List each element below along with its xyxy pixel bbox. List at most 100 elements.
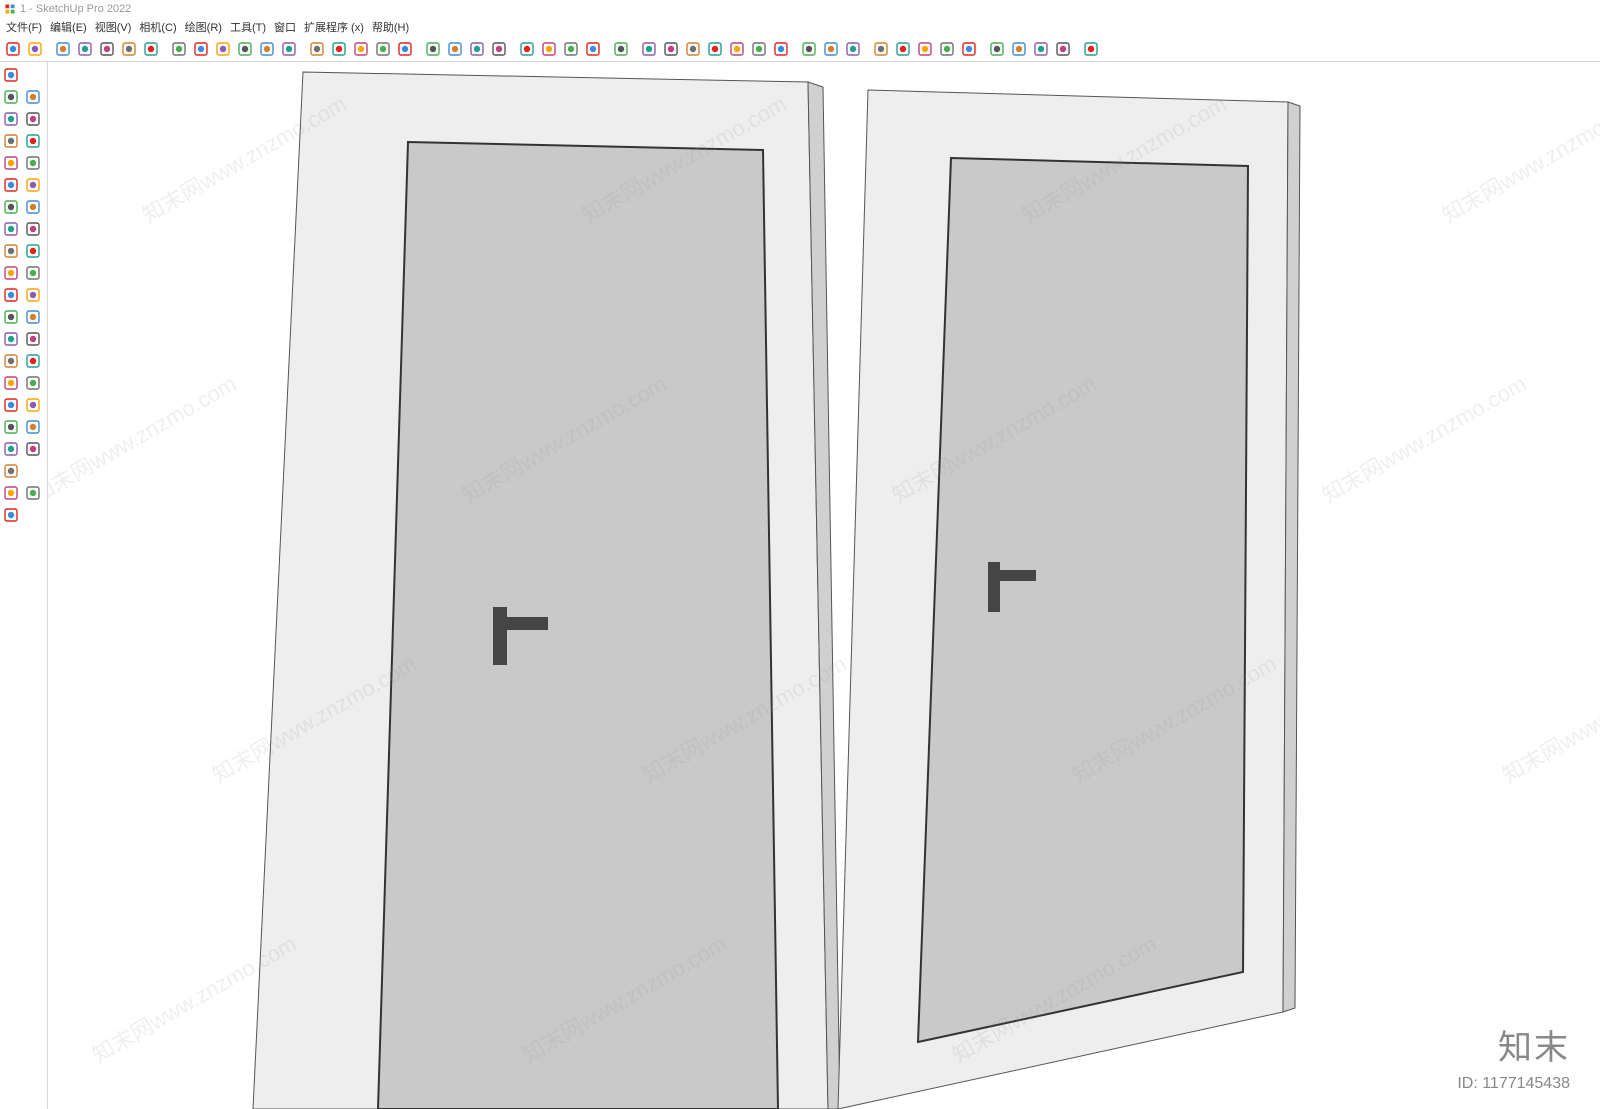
title-bar: 1 - SketchUp Pro 2022 — [0, 0, 1600, 18]
menu-help[interactable]: 帮助(H) — [368, 19, 413, 35]
panel-icon[interactable] — [1008, 38, 1030, 60]
pushpull-icon[interactable] — [168, 38, 190, 60]
profile-icon[interactable] — [1080, 38, 1102, 60]
axes-icon[interactable] — [394, 38, 416, 60]
move2-icon[interactable] — [0, 218, 22, 240]
look-icon[interactable] — [22, 350, 44, 372]
rect2-icon[interactable] — [0, 152, 22, 174]
plugin3-icon[interactable] — [560, 38, 582, 60]
orbit2-icon[interactable] — [0, 372, 22, 394]
right-icon[interactable] — [704, 38, 726, 60]
scale2-icon[interactable] — [0, 262, 22, 284]
scale-icon[interactable] — [234, 38, 256, 60]
move-icon[interactable] — [190, 38, 212, 60]
circle-icon[interactable] — [0, 174, 22, 196]
dimension-icon[interactable] — [350, 38, 372, 60]
warehouse-icon[interactable] — [892, 38, 914, 60]
freehand3-icon[interactable] — [22, 130, 44, 152]
orbit-icon[interactable] — [422, 38, 444, 60]
tag-icon[interactable] — [798, 38, 820, 60]
dim-icon[interactable] — [22, 306, 44, 328]
door-model-2 — [838, 90, 1300, 1109]
zoomwin-icon[interactable] — [22, 394, 44, 416]
followme-icon[interactable] — [278, 38, 300, 60]
menu-window[interactable]: 窗口 — [270, 19, 300, 35]
rotate-icon[interactable] — [212, 38, 234, 60]
arc2-icon[interactable] — [22, 108, 44, 130]
wh3-icon[interactable] — [936, 38, 958, 60]
bottom-icon[interactable] — [770, 38, 792, 60]
prev-icon[interactable] — [22, 416, 44, 438]
menu-extensions[interactable]: 扩展程序 (x) — [300, 19, 368, 35]
zoom-icon[interactable] — [2, 38, 24, 60]
add-icon[interactable] — [870, 38, 892, 60]
menu-view[interactable]: 视图(V) — [91, 19, 136, 35]
user-icon[interactable] — [610, 38, 632, 60]
position-icon[interactable] — [0, 438, 22, 460]
rect3-icon[interactable] — [22, 152, 44, 174]
camera-icon[interactable] — [842, 38, 864, 60]
menu-edit[interactable]: 编辑(E) — [46, 19, 91, 35]
model-canvas[interactable] — [48, 62, 1600, 1109]
section-icon[interactable] — [22, 328, 44, 350]
menu-camera[interactable]: 相机(C) — [135, 19, 180, 35]
select2-icon[interactable] — [0, 64, 22, 86]
plugin1-icon[interactable] — [516, 38, 538, 60]
paint-icon[interactable] — [372, 38, 394, 60]
cart-icon[interactable] — [1052, 38, 1074, 60]
pencil-icon[interactable] — [74, 38, 96, 60]
tape2-icon[interactable] — [0, 284, 22, 306]
zoom3-icon[interactable] — [0, 394, 22, 416]
front-icon[interactable] — [660, 38, 682, 60]
pan-icon[interactable] — [444, 38, 466, 60]
line-icon[interactable] — [0, 108, 22, 130]
pan2-icon[interactable] — [22, 372, 44, 394]
pie-icon[interactable] — [22, 196, 44, 218]
toolbar-left — [0, 62, 48, 1109]
select-icon[interactable] — [24, 38, 46, 60]
info-icon[interactable] — [1030, 38, 1052, 60]
top-icon[interactable] — [682, 38, 704, 60]
eraser2-icon[interactable] — [22, 86, 44, 108]
freehand-icon[interactable] — [118, 38, 140, 60]
arc3-icon[interactable] — [0, 196, 22, 218]
outliner-icon[interactable] — [820, 38, 842, 60]
zoom2-icon[interactable] — [466, 38, 488, 60]
menu-tools[interactable]: 工具(T) — [226, 19, 270, 35]
rect-icon[interactable] — [140, 38, 162, 60]
offset-icon[interactable] — [256, 38, 278, 60]
axes2-icon[interactable] — [0, 328, 22, 350]
paint2-icon[interactable] — [0, 86, 22, 108]
cloud-icon[interactable] — [958, 38, 980, 60]
freehand2-icon[interactable] — [0, 130, 22, 152]
plugin4-icon[interactable] — [582, 38, 604, 60]
menu-file[interactable]: 文件(F) — [2, 19, 46, 35]
walk2-icon[interactable] — [0, 460, 22, 482]
walk-icon[interactable] — [0, 350, 22, 372]
text-icon[interactable] — [328, 38, 350, 60]
plugin5-icon[interactable] — [0, 482, 22, 504]
protractor-icon[interactable] — [22, 284, 44, 306]
offset2-icon[interactable] — [22, 262, 44, 284]
plugin2-icon[interactable] — [538, 38, 560, 60]
zoomext2-icon[interactable] — [0, 416, 22, 438]
look2-icon[interactable] — [22, 438, 44, 460]
rotate2-icon[interactable] — [0, 240, 22, 262]
text2-icon[interactable] — [0, 306, 22, 328]
settings-icon[interactable] — [986, 38, 1008, 60]
pushpull2-icon[interactable] — [22, 218, 44, 240]
zoomext-icon[interactable] — [488, 38, 510, 60]
followme2-icon[interactable] — [22, 240, 44, 262]
arc-icon[interactable] — [96, 38, 118, 60]
left-icon[interactable] — [748, 38, 770, 60]
polygon-icon[interactable] — [22, 174, 44, 196]
plugin7-icon[interactable] — [0, 504, 22, 526]
tape-icon[interactable] — [306, 38, 328, 60]
eraser-icon[interactable] — [52, 38, 74, 60]
viewport-3d[interactable]: 知末网www.znzmo.com 知末网www.znzmo.com 知末网www… — [48, 62, 1600, 1109]
menu-draw[interactable]: 绘图(R) — [181, 19, 226, 35]
iso-icon[interactable] — [638, 38, 660, 60]
plugin6-icon[interactable] — [22, 482, 44, 504]
wh2-icon[interactable] — [914, 38, 936, 60]
back-icon[interactable] — [726, 38, 748, 60]
